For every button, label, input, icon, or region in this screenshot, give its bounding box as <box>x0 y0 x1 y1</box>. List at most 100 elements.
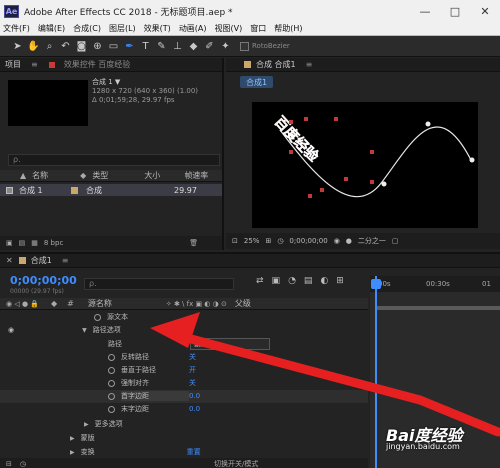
prop-value[interactable]: 关 <box>189 378 196 388</box>
in-out-icon[interactable]: ◷ <box>20 460 26 468</box>
tl-row-first-margin[interactable]: 首字边距 0.0 <box>0 390 368 403</box>
pan-behind-icon[interactable]: ⊕ <box>90 39 105 54</box>
comp-timecode[interactable]: 0;00;00;00 <box>289 237 327 245</box>
stopwatch-icon[interactable] <box>108 379 115 387</box>
menu-help[interactable]: 帮助(H) <box>274 23 302 34</box>
type-icon[interactable]: T <box>138 39 153 54</box>
zoom-dropdown[interactable]: 25% <box>244 237 260 245</box>
bpc-label[interactable]: 8 bpc <box>44 239 63 247</box>
always-preview-icon[interactable]: ⊡ <box>232 237 238 245</box>
timecode-icon[interactable]: ◷ <box>277 237 283 245</box>
selection-icon[interactable]: ➤ <box>10 39 25 54</box>
new-folder-icon[interactable]: ▤ <box>19 239 26 247</box>
hand-icon[interactable]: ✋ <box>26 39 41 54</box>
toggle-switches-label[interactable]: 切换开关/模式 <box>214 459 258 468</box>
timeline-search-input[interactable]: ρ. <box>84 278 234 290</box>
stopwatch-icon[interactable] <box>108 366 115 374</box>
graph-editor-icon[interactable]: ⊞ <box>336 276 344 286</box>
expand-triangle-icon[interactable]: ▶ <box>70 435 75 442</box>
col-type[interactable]: 类型 <box>92 170 144 181</box>
new-comp-icon[interactable]: ▦ <box>31 239 38 247</box>
project-item-row[interactable]: 合成 1 合成 29.97 <box>0 184 222 196</box>
work-area-bar[interactable] <box>376 306 500 310</box>
stopwatch-icon[interactable] <box>108 392 115 400</box>
expand-triangle-icon[interactable]: ▶ <box>70 449 75 456</box>
brush-icon[interactable]: ✎ <box>154 39 169 54</box>
time-ruler[interactable]: 00s 00:30s 01 <box>370 276 500 292</box>
tl-row-masks[interactable]: ▶ 蒙版 <box>0 432 368 445</box>
clone-stamp-icon[interactable]: ⊥ <box>170 39 185 54</box>
menu-composition[interactable]: 合成(C) <box>73 23 101 34</box>
reset-link[interactable]: 重置 <box>187 447 201 457</box>
draft-3d-icon[interactable]: ▣ <box>272 276 281 286</box>
menu-animation[interactable]: 动画(A) <box>179 23 207 34</box>
camera-orbit-icon[interactable]: ◙ <box>74 39 89 54</box>
stopwatch-icon[interactable] <box>108 353 115 361</box>
prop-value[interactable]: 0.0 <box>189 392 200 400</box>
comp-flowchart-icon[interactable]: ⇄ <box>256 276 264 286</box>
col-fps[interactable]: 帧速率 <box>184 170 208 181</box>
trash-icon[interactable]: 🗑 <box>189 239 198 247</box>
tab-composition[interactable]: 合成 合成1 <box>251 58 301 72</box>
col-name[interactable]: 名称 <box>32 170 80 181</box>
prop-value[interactable]: 关 <box>189 352 196 362</box>
expand-panes-icon[interactable]: ⊟ <box>6 460 12 468</box>
interpret-footage-icon[interactable]: ▣ <box>6 239 13 247</box>
tl-row-last-margin[interactable]: 末字边距 0.0 <box>0 403 368 416</box>
playhead-handle[interactable] <box>371 279 381 289</box>
menu-effect[interactable]: 效果(T) <box>144 23 171 34</box>
roto-brush-icon[interactable]: ✐ <box>202 39 217 54</box>
rotobezier-checkbox[interactable] <box>240 41 249 51</box>
timeline-menu-icon[interactable]: ≡ <box>57 254 74 268</box>
close-button[interactable]: ✕ <box>470 0 500 22</box>
tl-row-path-options[interactable]: ◉ ▼ 路径选项 <box>0 324 368 337</box>
color-channel-icon[interactable]: ● <box>346 237 352 245</box>
tl-row-reverse-path[interactable]: 反转路径 关 <box>0 351 368 364</box>
col-source-name[interactable]: 源名称 <box>88 298 166 309</box>
menu-layer[interactable]: 图层(L) <box>109 23 136 34</box>
menu-view[interactable]: 视图(V) <box>215 23 243 34</box>
comp-lock-icon[interactable] <box>244 61 251 68</box>
timeline-timecode[interactable]: 0;00;00;00 <box>10 274 77 287</box>
tl-row-source-text[interactable]: 源文本 <box>0 311 368 324</box>
rectangle-icon[interactable]: ▭ <box>106 39 121 54</box>
path-dropdown[interactable]: 蒙版 1 <box>190 338 270 351</box>
menu-edit[interactable]: 编辑(E) <box>38 23 65 34</box>
tl-row-force-align[interactable]: 强制对齐 关 <box>0 377 368 390</box>
expand-triangle-icon[interactable]: ▼ <box>82 327 87 334</box>
prop-value[interactable]: 开 <box>189 365 196 375</box>
zoom-icon[interactable]: ⌕ <box>42 39 57 54</box>
project-menu-icon[interactable]: ≡ <box>26 58 43 72</box>
region-icon[interactable]: ▢ <box>392 237 399 245</box>
col-size[interactable]: 大小 <box>144 170 184 181</box>
snapshot-icon[interactable]: ◉ <box>334 237 340 245</box>
frame-blend-icon[interactable]: ▤ <box>304 276 313 286</box>
tab-project[interactable]: 项目 <box>0 58 26 72</box>
composition-viewer[interactable]: 百度经验 <box>252 102 478 228</box>
grid-icon[interactable]: ⊞ <box>265 237 271 245</box>
pen-icon[interactable]: ✒ <box>122 39 137 54</box>
playhead-line[interactable] <box>375 276 377 468</box>
comp-subtab[interactable]: 合成1 <box>240 76 274 88</box>
eraser-icon[interactable]: ◆ <box>186 39 201 54</box>
resolution-dropdown[interactable]: 二分之一 <box>358 236 386 246</box>
menu-window[interactable]: 窗口 <box>250 23 266 34</box>
col-parent[interactable]: 父级 <box>235 298 251 309</box>
tl-row-more-options[interactable]: ▶ 更多选项 <box>0 418 368 431</box>
prop-value[interactable]: 0.0 <box>189 405 200 413</box>
motion-blur-icon[interactable]: ◐ <box>320 276 328 286</box>
menu-file[interactable]: 文件(F) <box>3 23 30 34</box>
project-search-input[interactable]: ρ. <box>8 154 220 166</box>
stopwatch-icon[interactable] <box>108 405 115 413</box>
close-tab-icon[interactable]: ✕ <box>6 256 13 265</box>
rotate-icon[interactable]: ↶ <box>58 39 73 54</box>
maximize-button[interactable]: □ <box>440 0 470 22</box>
tl-row-perpendicular[interactable]: 垂直于路径 开 <box>0 364 368 377</box>
tab-effect-controls[interactable]: 效果控件 百度经验 <box>59 58 136 72</box>
eye-icon[interactable]: ◉ <box>8 326 14 334</box>
expand-triangle-icon[interactable]: ▶ <box>84 421 89 428</box>
minimize-button[interactable]: — <box>410 0 440 22</box>
comp-menu-icon[interactable]: ≡ <box>301 58 318 72</box>
shy-icon[interactable]: ◔ <box>288 276 296 286</box>
tl-row-path[interactable]: 路径 蒙版 1 <box>0 338 368 351</box>
